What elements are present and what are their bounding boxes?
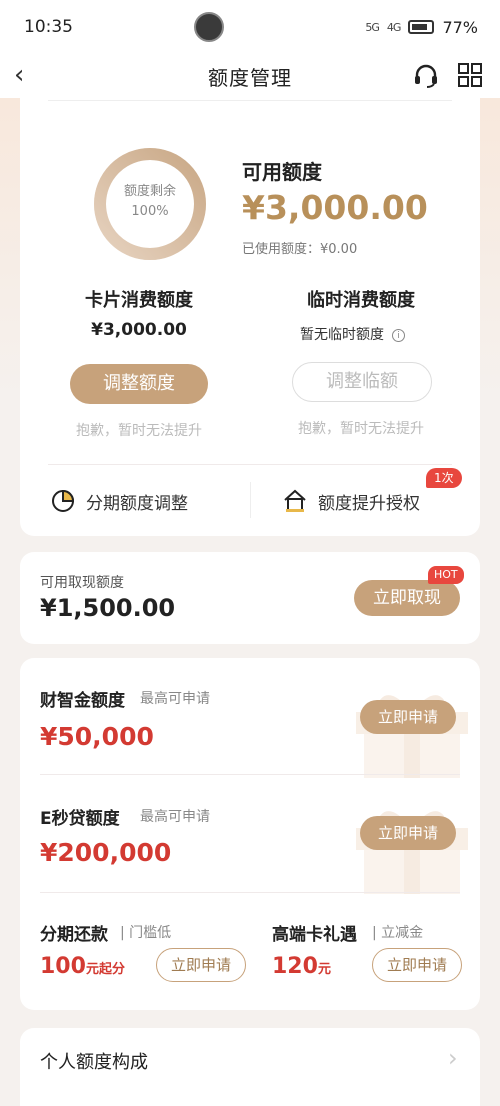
available-quota-title: 可用额度 [242, 160, 322, 184]
promo-2-apply-button[interactable]: 立即申请 [372, 948, 462, 982]
promo-2-sub-text: 立减金 [381, 925, 424, 941]
app-notification-icon [194, 12, 224, 42]
promo-2-value: 120元 [272, 954, 331, 979]
card-quota-note: 抱歉，暂时无法提升 [76, 423, 202, 439]
loan-2-apply-button[interactable]: 立即申请 [360, 816, 456, 850]
cash-advance-card: 可用取现额度 ¥1,500.00 立即取现 HOT [20, 552, 480, 644]
battery-icon [408, 20, 435, 34]
promo-2-title: 高端卡礼遇 [272, 925, 357, 945]
loan-1-title: 财智金额度 [40, 691, 125, 711]
status-right: 5G 4G 77% [365, 18, 478, 37]
home-up-icon [284, 489, 306, 512]
personal-quota-row[interactable]: 个人额度构成 › [20, 1028, 480, 1106]
temp-quota-status-text: 暂无临时额度 [300, 327, 384, 343]
temp-quota-title: 临时消费额度 [307, 290, 415, 311]
raise-auth-entry[interactable]: 额度提升授权 [282, 488, 420, 514]
promo-1-title: 分期还款 [40, 925, 108, 945]
temp-quota-status: 暂无临时额度 i [300, 324, 405, 344]
loan-1-apply-button[interactable]: 立即申请 [360, 700, 456, 734]
quota-summary-card: 额度剩余 100% 可用额度 ¥3,000.00 已使用额度：¥0.00 卡片消… [20, 98, 480, 536]
battery-percent: 77% [442, 17, 478, 37]
signal-4g-icon: 4G [386, 20, 401, 34]
customer-service-icon[interactable] [412, 62, 440, 90]
loan-1-amount: ¥50,000 [40, 722, 154, 751]
loan-offers-card: 财智金额度 最高可申请 ¥50,000 立即申请 E秒贷额度 最高可申请 ¥20… [20, 658, 480, 1010]
promo-1-unit: 元起分 [85, 962, 125, 977]
chevron-right-icon: › [448, 1044, 458, 1072]
raise-count-badge: 1次 [426, 468, 462, 488]
temp-quota-note: 抱歉，暂时无法提升 [298, 421, 424, 437]
loan-divider-1 [40, 774, 460, 775]
hot-badge: HOT [428, 566, 464, 584]
cash-label: 可用取现额度 [40, 575, 124, 591]
promo-1-value: 100元起分 [40, 954, 125, 979]
installment-quota-label: 分期额度调整 [86, 493, 188, 514]
promo-1-sub: | 门槛低 [120, 925, 172, 941]
personal-quota-label: 个人额度构成 [40, 1052, 148, 1073]
loan-2-amount: ¥200,000 [40, 838, 172, 867]
withdraw-now-button[interactable]: 立即取现 [354, 580, 460, 616]
promo-1-number: 100 [40, 954, 86, 979]
info-icon[interactable]: i [392, 329, 405, 342]
entries-divider [48, 464, 452, 465]
status-time: 10:35 [24, 17, 73, 37]
promo-2-unit: 元 [317, 962, 331, 977]
ring-label: 额度剩余 [123, 184, 176, 199]
adjust-temp-quota-button[interactable]: 调整临额 [292, 362, 432, 402]
promo-2-number: 120 [272, 954, 318, 979]
cash-amount: ¥1,500.00 [40, 594, 176, 622]
available-quota-amount: ¥3,000.00 [242, 188, 428, 227]
loan-2-hint: 最高可申请 [140, 809, 210, 825]
back-icon[interactable]: ‹ [14, 60, 24, 90]
grid-menu-icon[interactable] [458, 63, 482, 87]
entries-vertical-divider [250, 482, 251, 518]
signal-5g-icon: 5G [365, 20, 379, 34]
card-quota-title: 卡片消费额度 [85, 290, 193, 311]
adjust-quota-button[interactable]: 调整额度 [70, 364, 208, 404]
loan-divider-2 [40, 892, 460, 893]
page-title: 额度管理 [208, 65, 292, 90]
loan-1-hint: 最高可申请 [140, 691, 210, 707]
ring-percent: 100% [131, 204, 169, 219]
card-quota-amount: ¥3,000.00 [91, 320, 187, 340]
installment-quota-entry[interactable]: 分期额度调整 [50, 488, 188, 514]
status-bar: 10:35 5G 4G 77% [0, 0, 500, 54]
promo-1-apply-button[interactable]: 立即申请 [156, 948, 246, 982]
used-quota-text: 已使用额度：¥0.00 [242, 242, 358, 257]
nav-bar: ‹ 额度管理 [0, 54, 500, 98]
promo-2-sub: | 立减金 [372, 925, 424, 941]
top-divider [48, 100, 452, 101]
raise-auth-label: 额度提升授权 [318, 493, 420, 514]
promo-1-sub-text: 门槛低 [129, 925, 172, 941]
loan-2-title: E秒贷额度 [40, 809, 120, 829]
pie-chart-icon [52, 489, 75, 512]
